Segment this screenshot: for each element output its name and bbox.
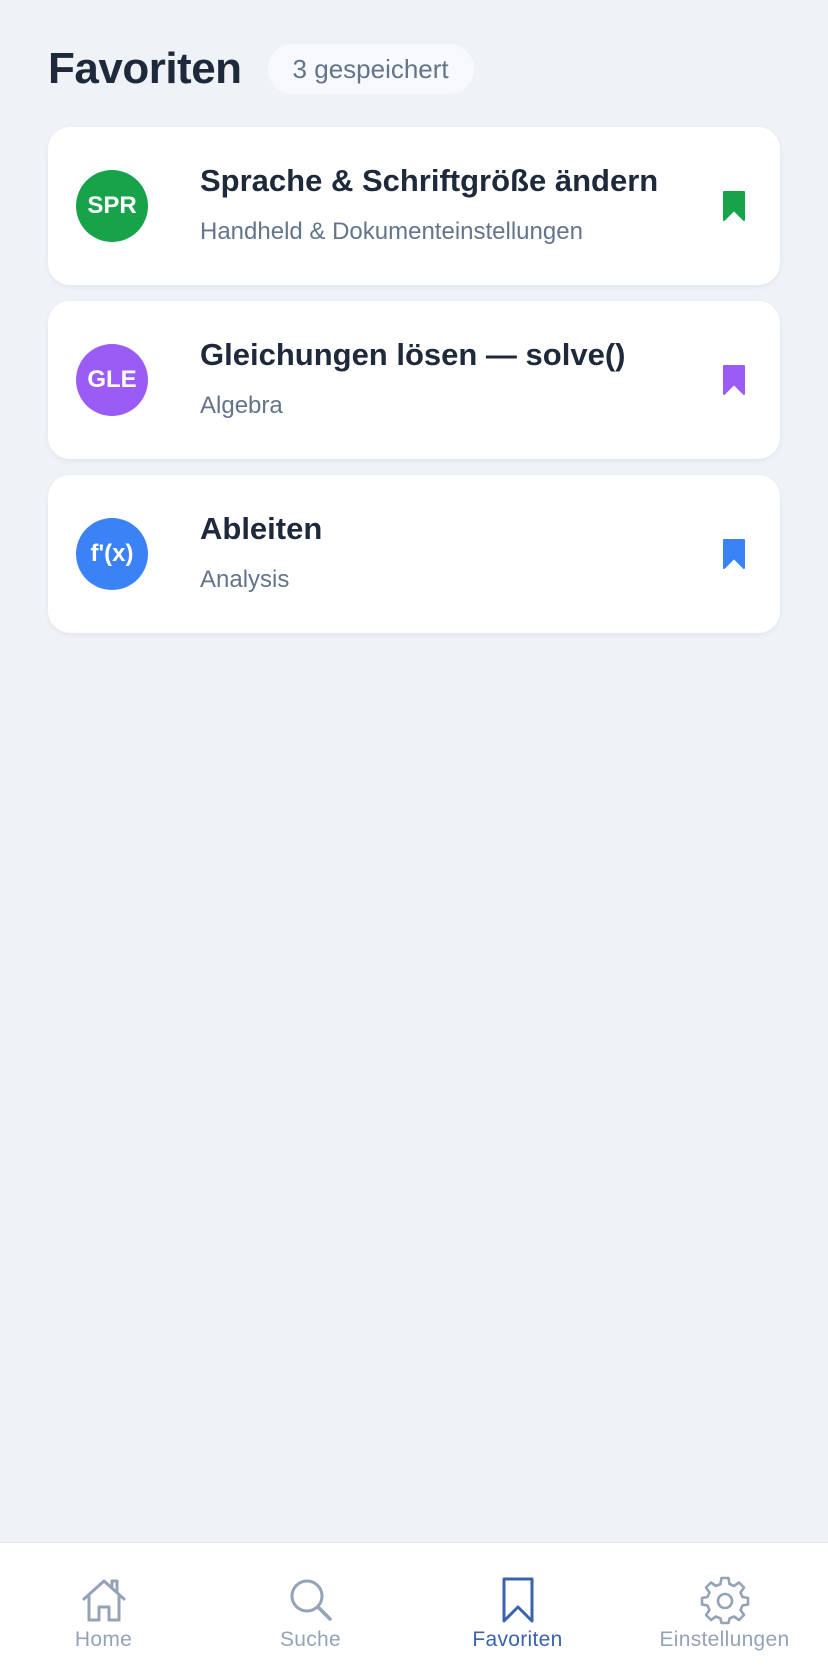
home-icon [82, 1579, 125, 1622]
search-icon [290, 1579, 332, 1621]
tab-label: Suche [279, 1628, 342, 1651]
card-subtitle: Handheld & Dokumenteinstellungen [200, 218, 583, 245]
tab-label: Einstellungen [659, 1628, 790, 1651]
card-title: Sprache & Schriftgröße ändern [200, 163, 659, 198]
tab-settings[interactable]: Einstellungen [621, 1543, 828, 1680]
avatar: SPR [76, 170, 148, 242]
favorite-card-derivative[interactable]: f'(x) Ableiten Analysis [48, 475, 780, 633]
card-text: Gleichungen lösen — solve() Algebra [200, 335, 780, 421]
bookmark-filled-icon[interactable] [722, 538, 746, 570]
tab-label: Home [74, 1628, 133, 1651]
card-subtitle: Analysis [200, 566, 290, 593]
card-text: Ableiten Analysis [200, 509, 780, 595]
tab-search[interactable]: Suche [207, 1543, 414, 1680]
avatar: f'(x) [76, 518, 148, 590]
tab-label: Favoriten [472, 1628, 563, 1651]
page-title: Favoriten [48, 44, 242, 93]
card-title: Ableiten [200, 511, 323, 546]
bookmark-filled-icon[interactable] [722, 364, 746, 396]
avatar: GLE [76, 344, 148, 416]
gear-icon [700, 1576, 749, 1625]
count-badge: 3 gespeichert [267, 44, 474, 94]
card-title: Gleichungen lösen — solve() [200, 337, 626, 372]
card-subtitle: Algebra [200, 392, 283, 419]
card-text: Sprache & Schriftgröße ändern Handheld &… [200, 161, 780, 247]
favorite-card-equations[interactable]: GLE Gleichungen lösen — solve() Algebra [48, 301, 780, 459]
bookmark-icon [502, 1577, 533, 1623]
bookmark-filled-icon[interactable] [722, 190, 746, 222]
favorites-list: SPR Sprache & Schriftgröße ändern Handhe… [48, 127, 780, 633]
tab-favorites[interactable]: Favoriten [414, 1543, 621, 1680]
tab-home[interactable]: Home [0, 1543, 207, 1680]
page-header: Favoriten 3 gespeichert [48, 44, 474, 94]
tab-bar: Home Suche Favoriten Einstellungen [0, 1543, 828, 1680]
favorite-card-language[interactable]: SPR Sprache & Schriftgröße ändern Handhe… [48, 127, 780, 285]
